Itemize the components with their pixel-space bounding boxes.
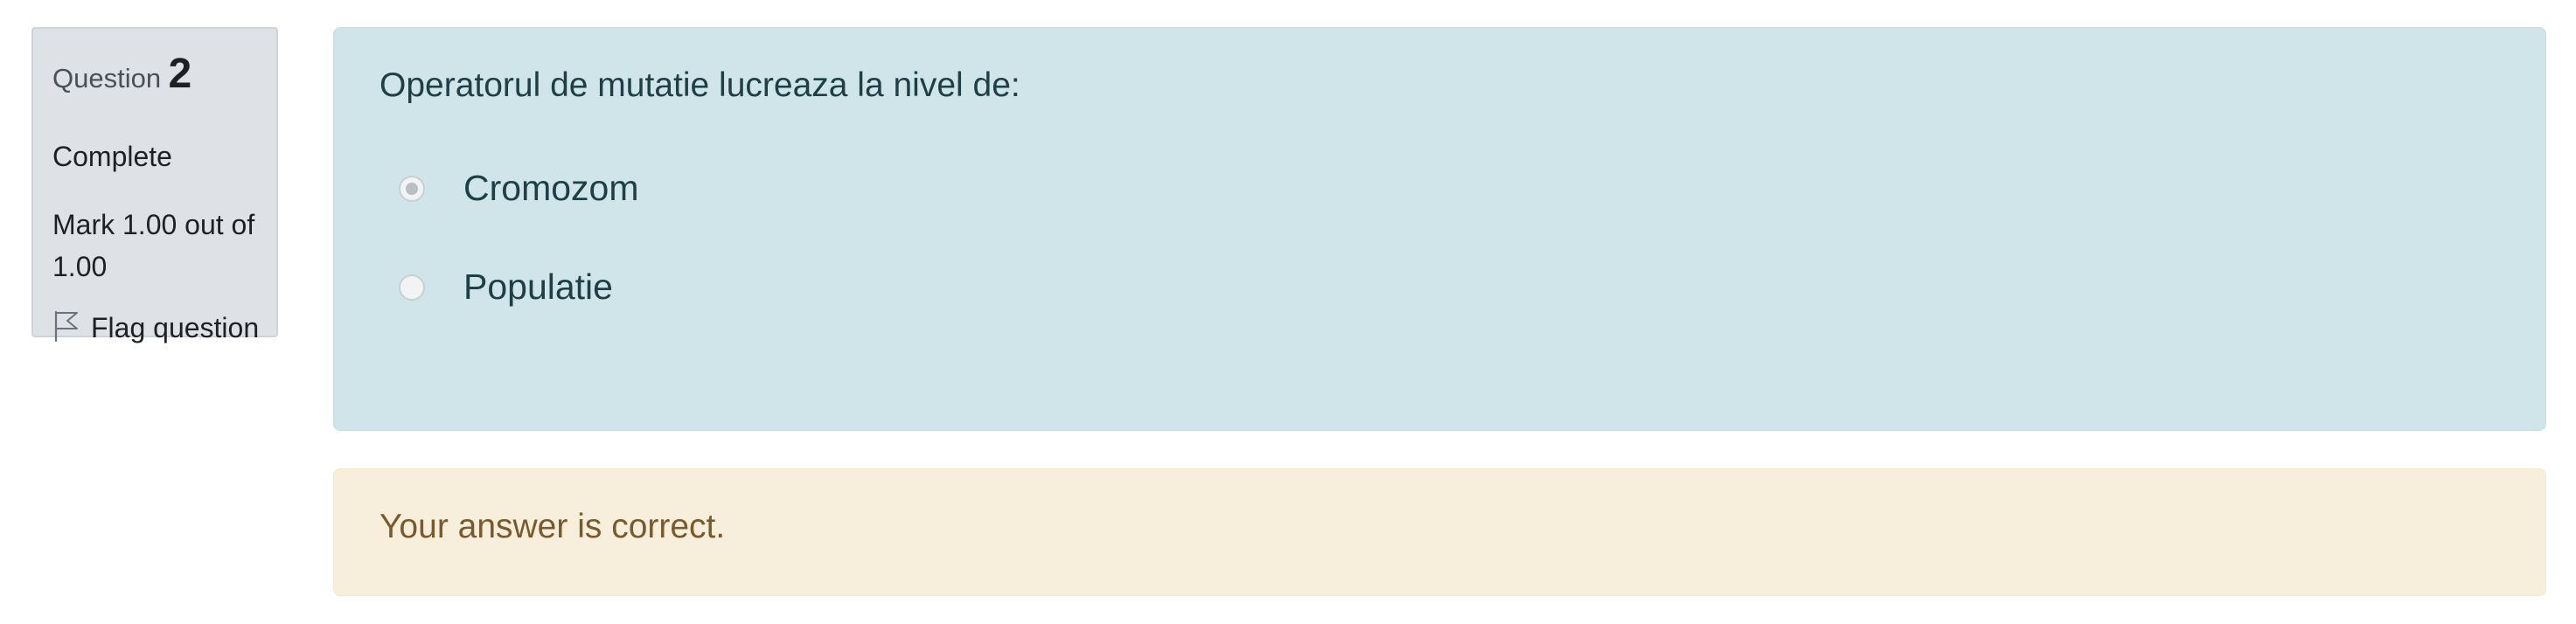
answer-option-populatie[interactable]: Populatie <box>399 267 613 308</box>
answer-radio-populatie[interactable] <box>399 274 425 301</box>
question-state: Complete <box>52 141 172 172</box>
answer-radio-cromozom[interactable] <box>399 175 425 202</box>
question-number: 2 <box>168 51 192 97</box>
answer-option-cromozom[interactable]: Cromozom <box>399 168 638 209</box>
answer-feedback: Your answer is correct. <box>333 468 2546 596</box>
question-grade: Mark 1.00 out of 1.00 <box>52 209 255 282</box>
flag-icon <box>52 309 91 347</box>
answer-label-cromozom[interactable]: Cromozom <box>463 168 638 209</box>
question-label: Question <box>52 63 162 94</box>
question-text: Operatorul de mutatie lucreaza la nivel … <box>379 66 1020 104</box>
flag-question-button[interactable]: Flag question <box>52 309 259 347</box>
question-info-panel: Question 2 Complete Mark 1.00 out of 1.0… <box>31 27 278 343</box>
answer-label-populatie[interactable]: Populatie <box>463 267 613 308</box>
feedback-text: Your answer is correct. <box>379 508 726 545</box>
question-content: Operatorul de mutatie lucreaza la nivel … <box>333 27 2546 431</box>
question-number-line: Question 2 <box>52 50 191 98</box>
flag-question-label: Flag question <box>91 312 260 343</box>
quiz-question-page: Question 2 Complete Mark 1.00 out of 1.0… <box>0 0 2576 624</box>
